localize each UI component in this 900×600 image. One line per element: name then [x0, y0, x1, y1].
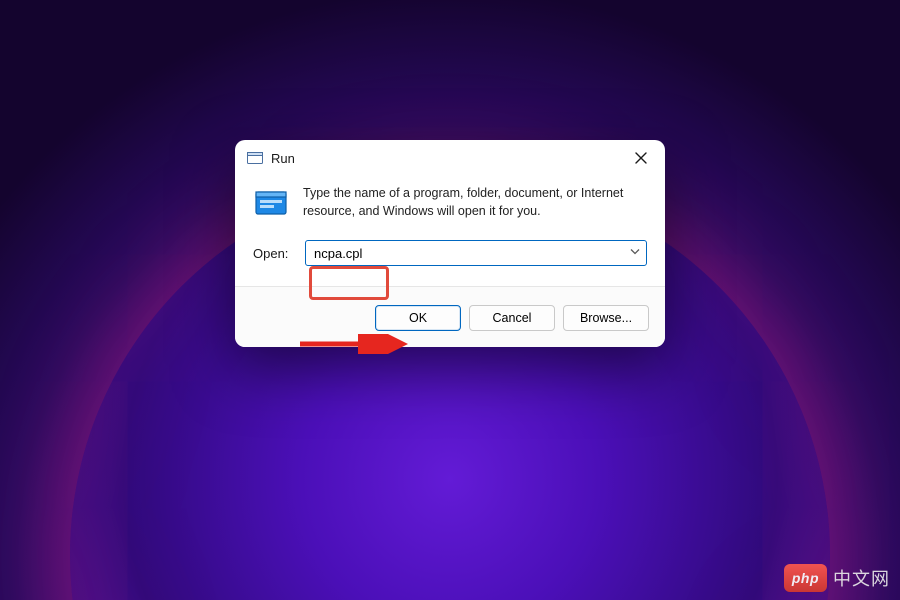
ok-button[interactable]: OK: [375, 305, 461, 331]
watermark: php 中文网: [784, 564, 890, 592]
run-app-icon: [253, 186, 289, 222]
close-button[interactable]: [627, 148, 655, 168]
open-row: Open:: [235, 226, 665, 274]
dialog-title: Run: [271, 151, 627, 166]
open-input[interactable]: [305, 240, 647, 266]
open-combobox[interactable]: [305, 240, 647, 266]
dialog-description: Type the name of a program, folder, docu…: [303, 184, 647, 222]
browse-button[interactable]: Browse...: [563, 305, 649, 331]
close-icon: [635, 152, 647, 164]
run-titlebar-icon: [247, 151, 263, 165]
watermark-badge: php: [784, 564, 827, 592]
open-label: Open:: [253, 246, 295, 261]
run-dialog: Run Type the name of a program, folder, …: [235, 140, 665, 347]
dialog-buttons: OK Cancel Browse...: [235, 286, 665, 347]
titlebar: Run: [235, 140, 665, 174]
cancel-button[interactable]: Cancel: [469, 305, 555, 331]
dialog-content: Type the name of a program, folder, docu…: [235, 174, 665, 226]
watermark-text: 中文网: [833, 565, 890, 591]
